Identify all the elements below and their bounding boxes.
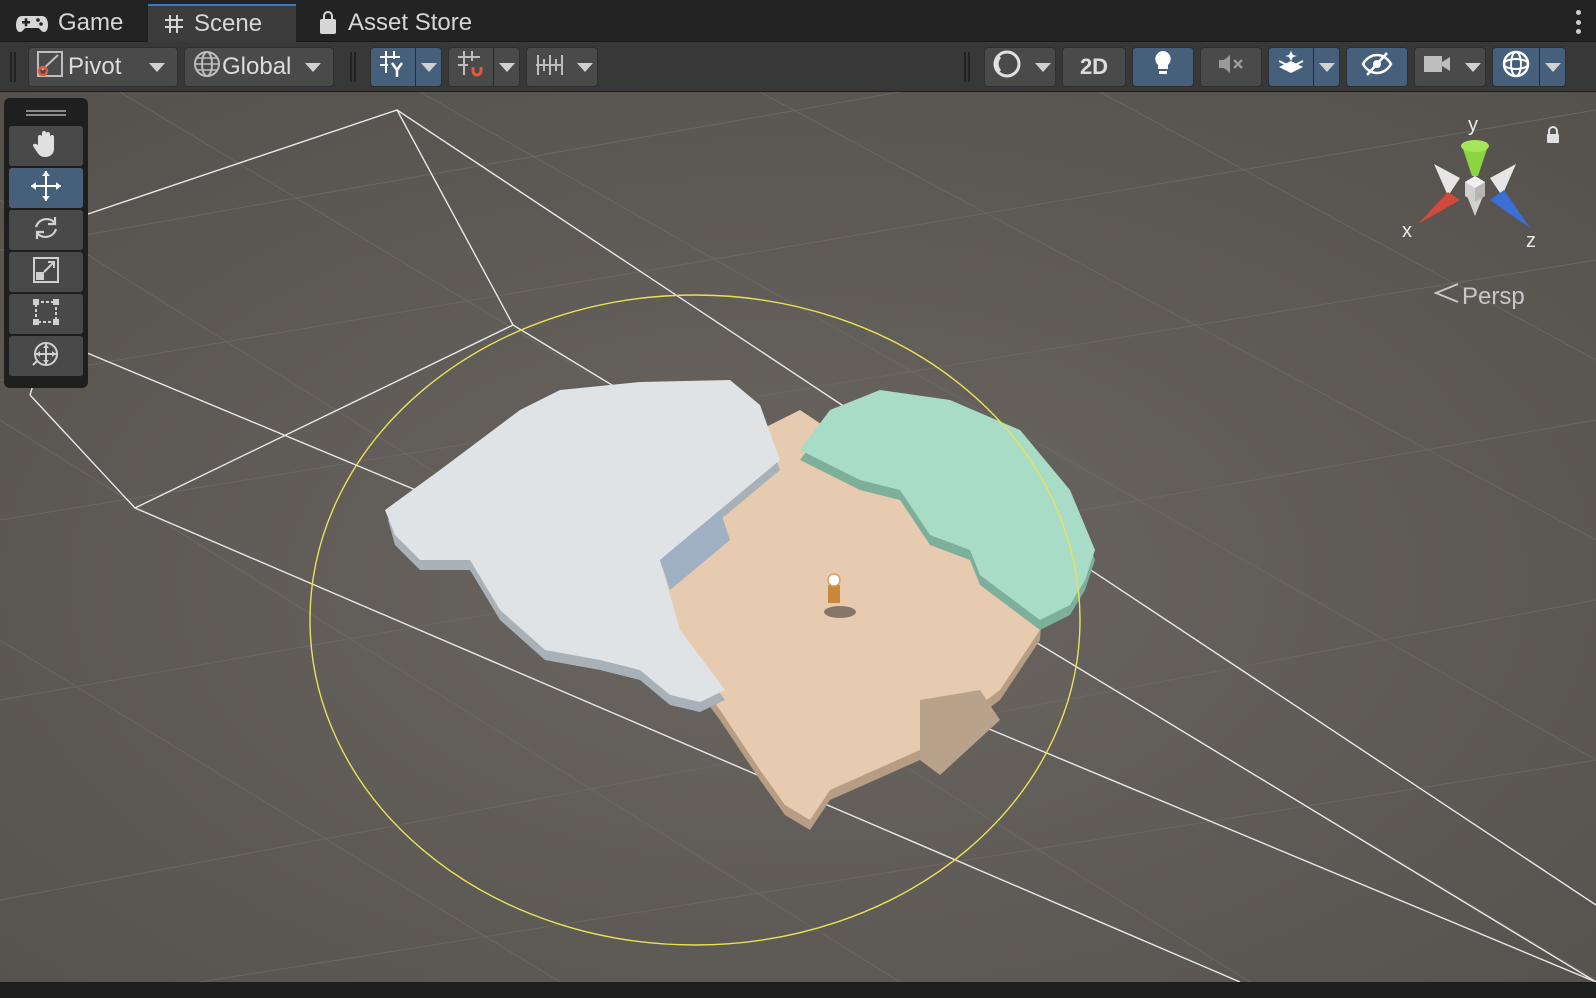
scene-audio-toggle[interactable]	[1200, 47, 1262, 87]
gizmos-dropdown[interactable]	[1492, 47, 1566, 87]
tab-asset-store[interactable]: Asset Store	[302, 4, 488, 42]
tab-menu-kebab-icon[interactable]	[1574, 10, 1582, 34]
scene-effects-toggle[interactable]	[1268, 47, 1340, 87]
shading-sphere-icon	[992, 49, 1022, 86]
gizmo-x-label: x	[1402, 220, 1412, 242]
tab-asset-store-label: Asset Store	[348, 9, 473, 36]
rotate-icon	[31, 213, 61, 248]
tab-game[interactable]: Game	[0, 4, 139, 42]
gizmo-y-label: y	[1468, 114, 1478, 136]
move-tool-button[interactable]	[9, 168, 83, 208]
chevron-down-icon	[305, 62, 321, 72]
rect-transform-icon	[31, 297, 61, 332]
chevron-down-icon[interactable]	[499, 62, 515, 72]
transform-tool-button[interactable]	[9, 336, 83, 376]
hand-tool-button[interactable]	[9, 126, 83, 166]
hand-icon	[32, 129, 60, 164]
tab-scene-label: Scene	[194, 10, 263, 37]
pivot-icon	[36, 50, 64, 85]
lightbulb-icon	[1151, 49, 1175, 86]
gamepad-icon	[16, 13, 48, 33]
gizmo-z-axis[interactable]	[1490, 190, 1530, 228]
camera-icon	[1422, 52, 1452, 83]
toolbar-grip[interactable]	[350, 52, 356, 82]
toolbar-grip-right[interactable]	[964, 52, 970, 82]
grid-visibility-toggle[interactable]	[370, 47, 442, 87]
grid-snap-toggle[interactable]	[448, 47, 520, 87]
scale-icon	[32, 256, 60, 289]
mode-2d-toggle[interactable]: 2D	[1062, 47, 1126, 87]
chevron-down-icon[interactable]	[421, 62, 437, 72]
gizmos-globe-icon	[1500, 48, 1532, 87]
tab-game-label: Game	[58, 9, 124, 36]
scene-viewport[interactable]	[0, 92, 1596, 982]
chevron-down-icon[interactable]	[1545, 62, 1561, 72]
mode-2d-label: 2D	[1079, 54, 1109, 79]
chevron-down-icon[interactable]	[1035, 62, 1051, 72]
grid-hash-icon	[164, 14, 184, 34]
move-arrows-icon	[29, 169, 63, 208]
chevron-down-icon[interactable]	[1465, 62, 1481, 72]
increment-snap-toggle[interactable]	[526, 47, 598, 87]
scene-camera-dropdown[interactable]	[1414, 47, 1486, 87]
tab-scene[interactable]: Scene	[148, 4, 296, 42]
draw-mode-dropdown[interactable]	[984, 47, 1056, 87]
chevron-down-icon[interactable]	[1319, 62, 1335, 72]
ruler-snap-icon	[534, 51, 564, 84]
eye-hidden-icon	[1361, 51, 1393, 84]
globe-icon	[192, 49, 222, 86]
pivot-dropdown[interactable]: Pivot	[28, 47, 178, 87]
global-dropdown[interactable]: Global	[184, 47, 334, 87]
layers-effects-icon	[1276, 49, 1306, 86]
global-label: Global	[222, 53, 292, 80]
gizmo-x-axis[interactable]	[1418, 192, 1460, 224]
shopping-bag-icon	[318, 11, 338, 35]
tools-overlay-panel	[4, 98, 88, 388]
pivot-label: Pivot	[68, 53, 122, 80]
orientation-gizmo[interactable]: y x z	[1402, 114, 1562, 266]
window-bottom-edge	[0, 982, 1596, 998]
projection-toggle[interactable]: Persp	[1433, 282, 1525, 311]
projection-label: Persp	[1462, 282, 1525, 310]
scene-visibility-toggle[interactable]	[1346, 47, 1408, 87]
toolbar-grip-left[interactable]	[10, 52, 16, 82]
rotate-tool-button[interactable]	[9, 210, 83, 250]
panel-drag-handle[interactable]	[26, 110, 66, 116]
lock-icon[interactable]	[1546, 126, 1560, 144]
perspective-chevron-icon	[1433, 282, 1460, 311]
scene-canvas[interactable]	[0, 92, 1596, 982]
scene-toolbar: Pivot Global 2D	[0, 42, 1596, 92]
chevron-down-icon[interactable]	[577, 62, 593, 72]
audio-muted-icon	[1216, 51, 1246, 84]
gizmo-z-label: z	[1526, 230, 1536, 252]
chevron-down-icon	[149, 62, 165, 72]
window-tab-bar: Game Scene Asset Store	[0, 0, 1596, 42]
grid-axis-icon	[378, 49, 408, 86]
rect-tool-button[interactable]	[9, 294, 83, 334]
grid-snap-icon	[456, 49, 486, 86]
scale-tool-button[interactable]	[9, 252, 83, 292]
scene-lighting-toggle[interactable]	[1132, 47, 1194, 87]
transform-icon	[30, 338, 62, 375]
